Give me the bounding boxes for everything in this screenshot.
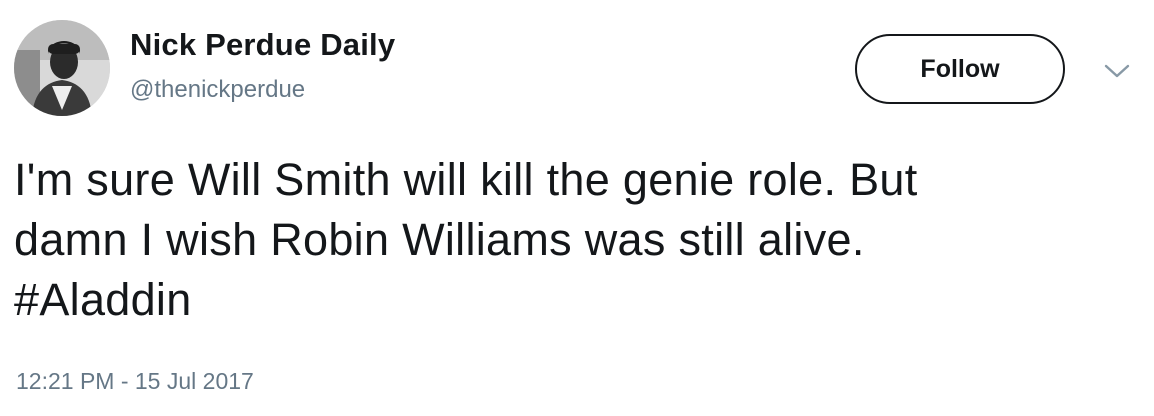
tweet-text-line: I'm sure Will Smith will kill the genie … (14, 154, 918, 205)
follow-button-label: Follow (920, 54, 1000, 83)
user-handle[interactable]: @thenickperdue (130, 76, 305, 104)
chevron-down-icon[interactable] (1103, 60, 1131, 82)
avatar-photo (14, 20, 110, 116)
display-name[interactable]: Nick Perdue Daily (130, 27, 395, 63)
tweet-text-line: damn I wish Robin Williams was still ali… (14, 214, 865, 265)
avatar[interactable] (14, 20, 110, 116)
hashtag-link[interactable]: #Aladdin (14, 270, 1134, 330)
follow-button[interactable]: Follow (855, 34, 1065, 104)
tweet-text: I'm sure Will Smith will kill the genie … (14, 150, 1134, 330)
tweet-timestamp[interactable]: 12:21 PM - 15 Jul 2017 (16, 368, 254, 395)
